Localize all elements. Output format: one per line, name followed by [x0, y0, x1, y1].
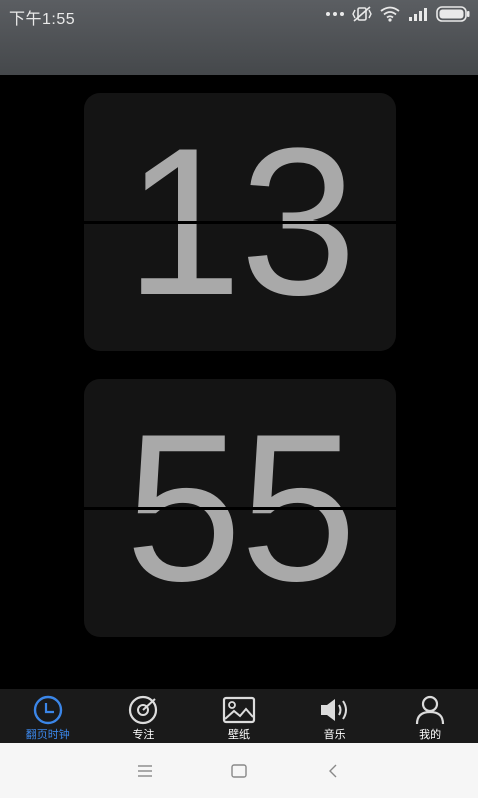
menu-icon[interactable]	[135, 761, 155, 781]
nav-label: 我的	[419, 729, 442, 741]
nav-item-wallpaper[interactable]: 壁纸	[191, 689, 287, 743]
status-time: 下午1:55	[9, 11, 76, 28]
nav-label: 壁纸	[227, 729, 250, 741]
nav-item-music[interactable]: 音乐	[287, 689, 383, 743]
nav-label: 翻页时钟	[25, 729, 70, 741]
nav-item-focus[interactable]: 专注	[96, 689, 192, 743]
nav-label: 音乐	[323, 729, 346, 741]
wifi-icon	[380, 6, 400, 22]
nav-item-profile[interactable]: 我的	[382, 689, 478, 743]
clock-icon	[31, 695, 65, 725]
status-bar: 下午1:55	[0, 0, 478, 75]
user-icon	[413, 695, 447, 725]
signal-icon	[409, 8, 427, 21]
battery-icon	[436, 6, 470, 22]
image-icon	[222, 695, 256, 725]
bottom-nav: 翻页时钟 专注 壁纸 音乐 我的	[0, 689, 478, 743]
home-icon[interactable]	[229, 761, 249, 781]
flip-divider	[84, 507, 396, 510]
system-nav-bar	[0, 743, 478, 798]
nav-item-flip-clock[interactable]: 翻页时钟	[0, 689, 96, 743]
nav-label: 专注	[132, 729, 155, 741]
focus-icon	[126, 695, 160, 725]
hour-card: 13	[84, 93, 396, 351]
back-icon[interactable]	[323, 761, 343, 781]
minute-card: 55	[84, 379, 396, 637]
vibrate-off-icon	[352, 6, 372, 22]
speaker-icon	[318, 695, 352, 725]
flip-divider	[84, 221, 396, 224]
status-icons	[326, 4, 470, 24]
more-dots-icon	[326, 12, 344, 16]
